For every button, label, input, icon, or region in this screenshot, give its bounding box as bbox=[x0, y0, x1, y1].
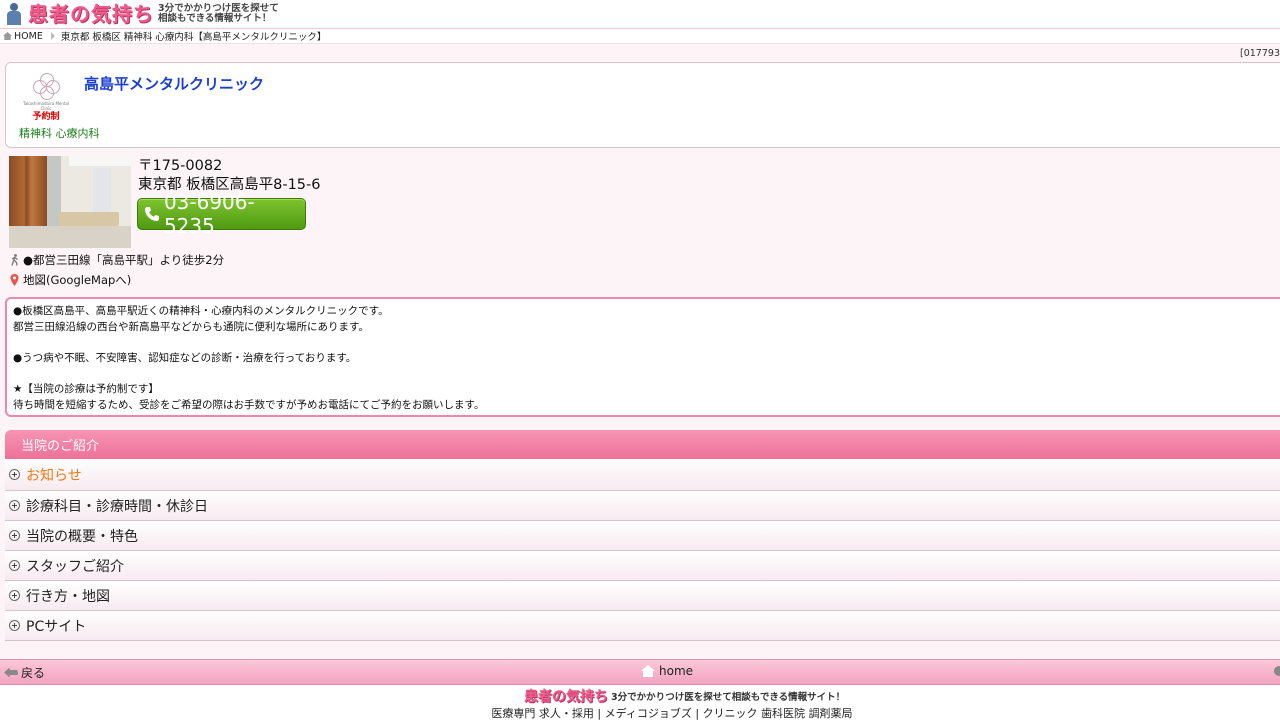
clinic-name: 高島平メンタルクリニック bbox=[84, 75, 265, 93]
footer-link-medicojobs[interactable]: メディコジョブズ bbox=[605, 707, 692, 720]
menu-item-label: 当院の概要・特色 bbox=[26, 528, 138, 545]
forward-arrow-icon[interactable] bbox=[1274, 666, 1280, 676]
reservation-badge: 予約制 bbox=[32, 112, 60, 122]
phone-number: 03-6906-5235 bbox=[163, 190, 255, 238]
postal-code: 〒175-0082 bbox=[138, 158, 223, 174]
plus-circle-icon bbox=[9, 500, 20, 511]
footer-links: 医療専門 求人・採用 | メディコジョブズ | クリニック 歯科医院 調剤薬局 bbox=[491, 707, 853, 720]
footer-link-dental[interactable]: 歯科医院 bbox=[761, 707, 805, 720]
menu-item-hours[interactable]: 診療科目・診療時間・休診日 bbox=[5, 491, 1280, 521]
description-line: ★【当院の診療は予約制です】 bbox=[13, 382, 159, 395]
site-tagline: 3分でかかりつけ医を探せて 相談もできる情報サイト！ bbox=[158, 4, 279, 24]
footer-link-medical[interactable]: 医療専門 bbox=[491, 707, 535, 720]
description-line: ●うつ病や不眠、不安障害、認知症などの診断・治療を行っております。 bbox=[13, 351, 357, 364]
menu-item-overview[interactable]: 当院の概要・特色 bbox=[5, 521, 1280, 551]
footer-logo-tagline: 3分でかかりつけ医を探せて相談もできる情報サイト！ bbox=[611, 692, 846, 703]
house-icon bbox=[641, 665, 655, 677]
map-link[interactable]: 地図(GoogleMapへ) bbox=[10, 272, 131, 288]
menu-item-label: お知らせ bbox=[26, 467, 82, 484]
phone-call-button[interactable]: 03-6906-5235 bbox=[137, 190, 306, 238]
page-id: [017793 bbox=[1240, 48, 1280, 59]
menu-item-label: 診療科目・診療時間・休診日 bbox=[26, 498, 208, 515]
clover-logo-icon bbox=[33, 73, 60, 100]
access-info: ●都営三田線「高島平駅」より徒歩2分 bbox=[10, 252, 224, 268]
footer-link-recruit[interactable]: 求人・採用 bbox=[539, 707, 594, 720]
back-label: 戻る bbox=[21, 666, 46, 680]
breadcrumb: HOME 東京都 板橋区 精神科 心療内科【高島平メンタルクリニック】 bbox=[0, 29, 1280, 44]
clinic-departments: 精神科 心療内科 bbox=[19, 127, 100, 140]
breadcrumb-home-link[interactable]: HOME bbox=[14, 31, 43, 42]
tagline-line-2: 相談もできる情報サイト！ bbox=[158, 13, 272, 24]
phone-icon bbox=[144, 207, 159, 221]
footer-logo-main: 患者の気持ち bbox=[524, 689, 608, 705]
footer-nav-bar: 戻る home bbox=[0, 659, 1280, 685]
clinic-photo bbox=[9, 156, 131, 248]
access-text: ●都営三田線「高島平駅」より徒歩2分 bbox=[23, 253, 225, 267]
breadcrumb-separator bbox=[50, 32, 55, 40]
menu-item-staff[interactable]: スタッフご紹介 bbox=[5, 551, 1280, 581]
footer-link-clinic[interactable]: クリニック bbox=[703, 707, 758, 720]
clinic-menu: 当院のご紹介 お知らせ 診療科目・診療時間・休診日 当院の概要・特色 スタッフご… bbox=[5, 430, 1280, 641]
site-header: 患者の気持ち 3分でかかりつけ医を探せて 相談もできる情報サイト！ bbox=[0, 0, 1280, 29]
footer-logo[interactable]: 患者の気持ち 3分でかかりつけ医を探せて相談もできる情報サイト！ bbox=[524, 686, 845, 706]
description-line: ●板橋区高島平、高島平駅近くの精神科・心療内科のメンタルクリニックです。 bbox=[13, 305, 389, 317]
description-line: 待ち時間を短縮するため、受診をご希望の際はお手数ですが予めお電話にてご予約をお願… bbox=[13, 398, 485, 411]
description-line: 都営三田線沿線の西台や新高島平などからも通院に便利な場所にあります。 bbox=[13, 320, 369, 333]
plus-circle-icon bbox=[9, 620, 20, 631]
walking-icon bbox=[11, 254, 18, 266]
plus-circle-icon bbox=[9, 560, 20, 571]
map-link-text[interactable]: 地図(GoogleMapへ) bbox=[23, 272, 131, 288]
plus-circle-icon bbox=[9, 590, 20, 601]
clinic-description: ●板橋区高島平、高島平駅近くの精神科・心療内科のメンタルクリニックです。 都営三… bbox=[5, 297, 1280, 417]
clinic-logo-text: Takashimadaira Mental Clinic bbox=[22, 101, 70, 111]
back-button[interactable]: 戻る bbox=[4, 664, 45, 681]
clinic-logo: Takashimadaira Mental Clinic 予約制 bbox=[18, 73, 74, 123]
footer-link-pharmacy[interactable]: 調剤薬局 bbox=[809, 707, 853, 720]
plus-circle-icon bbox=[9, 530, 20, 541]
plus-circle-icon bbox=[9, 469, 20, 480]
person-logo-icon bbox=[4, 3, 24, 25]
menu-item-label: PCサイト bbox=[26, 618, 87, 635]
menu-heading: 当院のご紹介 bbox=[5, 430, 1280, 459]
breadcrumb-path[interactable]: 東京都 板橋区 精神科 心療内科【高島平メンタルクリニック】 bbox=[61, 29, 327, 43]
clinic-header-card: Takashimadaira Mental Clinic 予約制 高島平メンタル… bbox=[5, 62, 1280, 148]
home-button[interactable]: home bbox=[641, 664, 693, 678]
back-arrow-icon bbox=[4, 667, 18, 678]
menu-item-label: スタッフご紹介 bbox=[26, 558, 124, 575]
menu-item-pc-site[interactable]: PCサイト bbox=[5, 611, 1280, 641]
home-label: home bbox=[659, 664, 694, 678]
home-icon bbox=[3, 32, 12, 40]
map-pin-icon bbox=[10, 274, 19, 286]
menu-item-directions[interactable]: 行き方・地図 bbox=[5, 581, 1280, 611]
menu-item-label: 行き方・地図 bbox=[26, 588, 110, 605]
site-logo[interactable]: 患者の気持ち bbox=[28, 3, 154, 25]
menu-item-news[interactable]: お知らせ bbox=[5, 459, 1280, 491]
